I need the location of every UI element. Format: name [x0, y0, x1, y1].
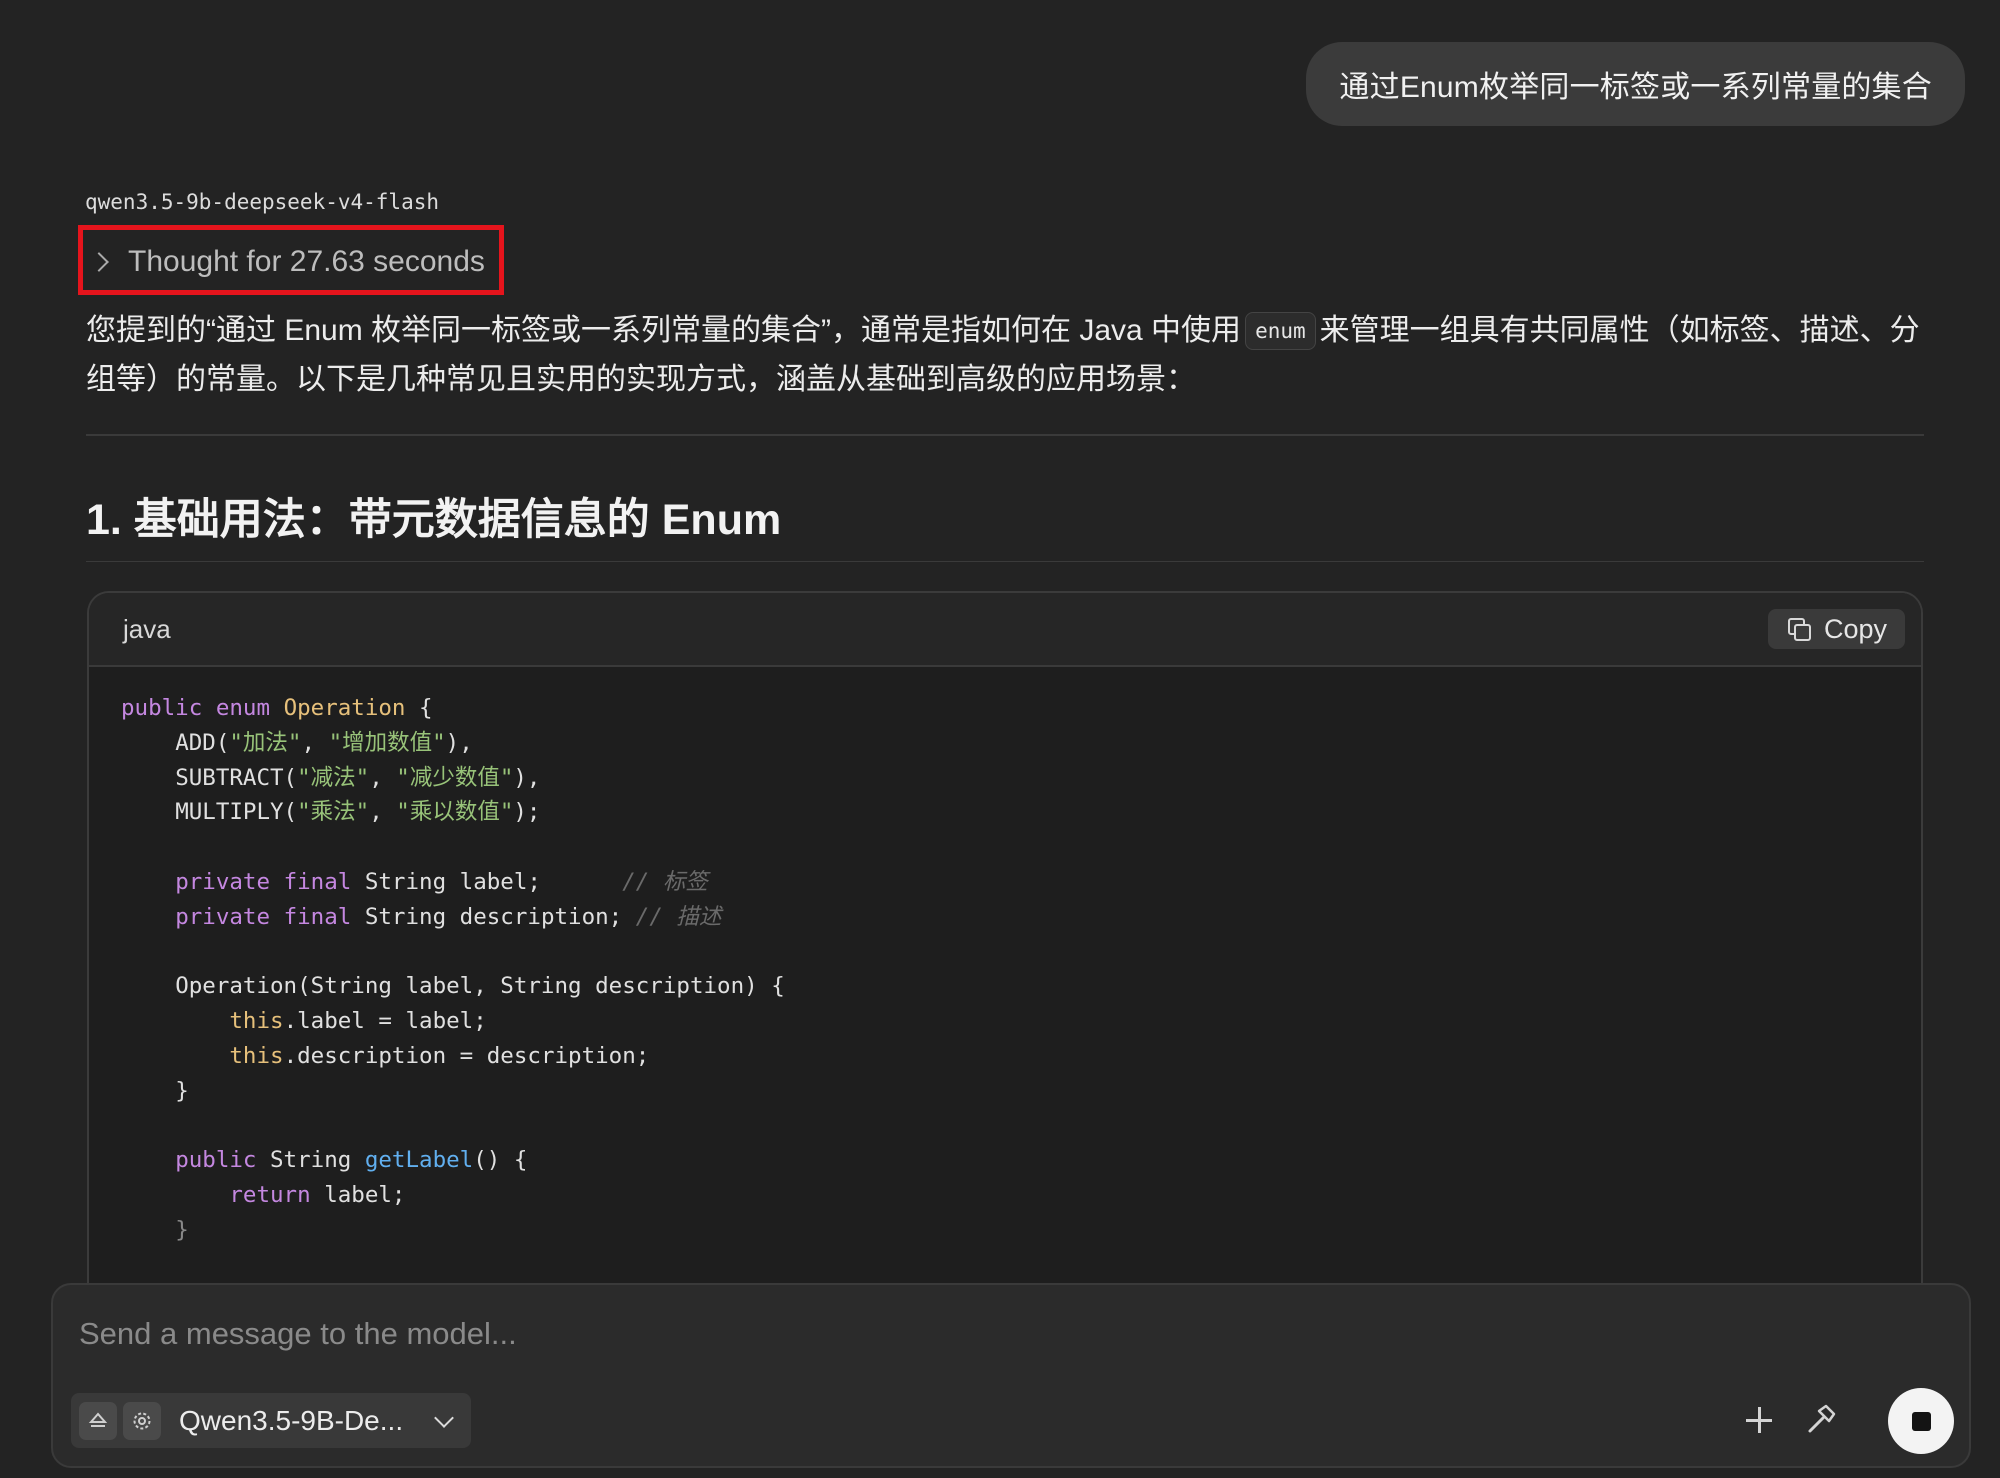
copy-icon — [1787, 618, 1811, 641]
code-line: SUBTRACT("减法", "减少数值"), — [175, 764, 541, 791]
copy-button[interactable]: Copy — [1767, 609, 1905, 649]
thought-label: Thought for 27.63 seconds — [128, 245, 485, 278]
code-language-label: java — [123, 613, 171, 644]
code-line: public String getLabel() { — [175, 1147, 528, 1174]
user-message-bubble: 通过Enum枚举同一标签或一系列常量的集合 — [1306, 42, 1965, 126]
message-composer: Qwen3.5-9B-De... — [51, 1283, 1971, 1468]
code-line: private final String label; // 标签 — [175, 868, 708, 895]
code-line: ADD("加法", "增加数值"), — [175, 729, 473, 756]
model-selector[interactable]: Qwen3.5-9B-De... — [71, 1393, 471, 1448]
code-block: java Copy public enum Operation { ADD("加… — [87, 591, 1923, 1291]
code-line: } — [175, 1216, 189, 1243]
code-line: Operation(String label, String descripti… — [175, 973, 785, 1000]
code-line: private final String description; // 描述 — [175, 903, 722, 930]
code-line: this.description = description; — [229, 1042, 650, 1069]
message-input[interactable] — [77, 1311, 1941, 1357]
chat-page: 通过Enum枚举同一标签或一系列常量的集合 qwen3.5-9b-deepsee… — [0, 0, 2000, 1478]
hammer-icon[interactable] — [1803, 1401, 1839, 1437]
intro-text-part1: 您提到的“通过 Enum 枚举同一标签或一系列常量的集合”，通常是指如何在 Ja… — [86, 314, 1242, 347]
heading-underline — [86, 561, 1924, 562]
gear-icon[interactable] — [123, 1401, 161, 1440]
stop-button[interactable] — [1888, 1388, 1954, 1454]
code-line: this.label = label; — [229, 1008, 487, 1035]
section-heading: 1. 基础用法：带元数据信息的 Enum — [86, 496, 782, 544]
code-content: public enum Operation { ADD("加法", "增加数值"… — [89, 667, 1921, 1248]
thought-toggle[interactable]: Thought for 27.63 seconds — [89, 240, 485, 284]
code-line: return label; — [229, 1182, 406, 1209]
model-selector-label: Qwen3.5-9B-De... — [179, 1404, 404, 1436]
plus-icon[interactable] — [1744, 1405, 1774, 1435]
chevron-right-icon — [89, 252, 109, 272]
code-line: public enum Operation { — [121, 695, 433, 721]
model-name-label: qwen3.5-9b-deepseek-v4-flash — [85, 190, 440, 214]
code-line: } — [175, 1077, 189, 1104]
inline-code: enum — [1245, 312, 1316, 350]
copy-button-label: Copy — [1823, 613, 1887, 644]
eject-icon[interactable] — [79, 1401, 117, 1440]
stop-icon — [1911, 1411, 1931, 1431]
user-message-text: 通过Enum枚举同一标签或一系列常量的集合 — [1339, 71, 1932, 104]
code-block-header: java Copy — [89, 593, 1921, 667]
intro-paragraph: 您提到的“通过 Enum 枚举同一标签或一系列常量的集合”，通常是指如何在 Ja… — [86, 306, 1926, 404]
code-line: MULTIPLY("乘法", "乘以数值"); — [175, 799, 541, 826]
chevron-down-icon — [434, 1407, 455, 1428]
section-divider — [86, 434, 1924, 436]
